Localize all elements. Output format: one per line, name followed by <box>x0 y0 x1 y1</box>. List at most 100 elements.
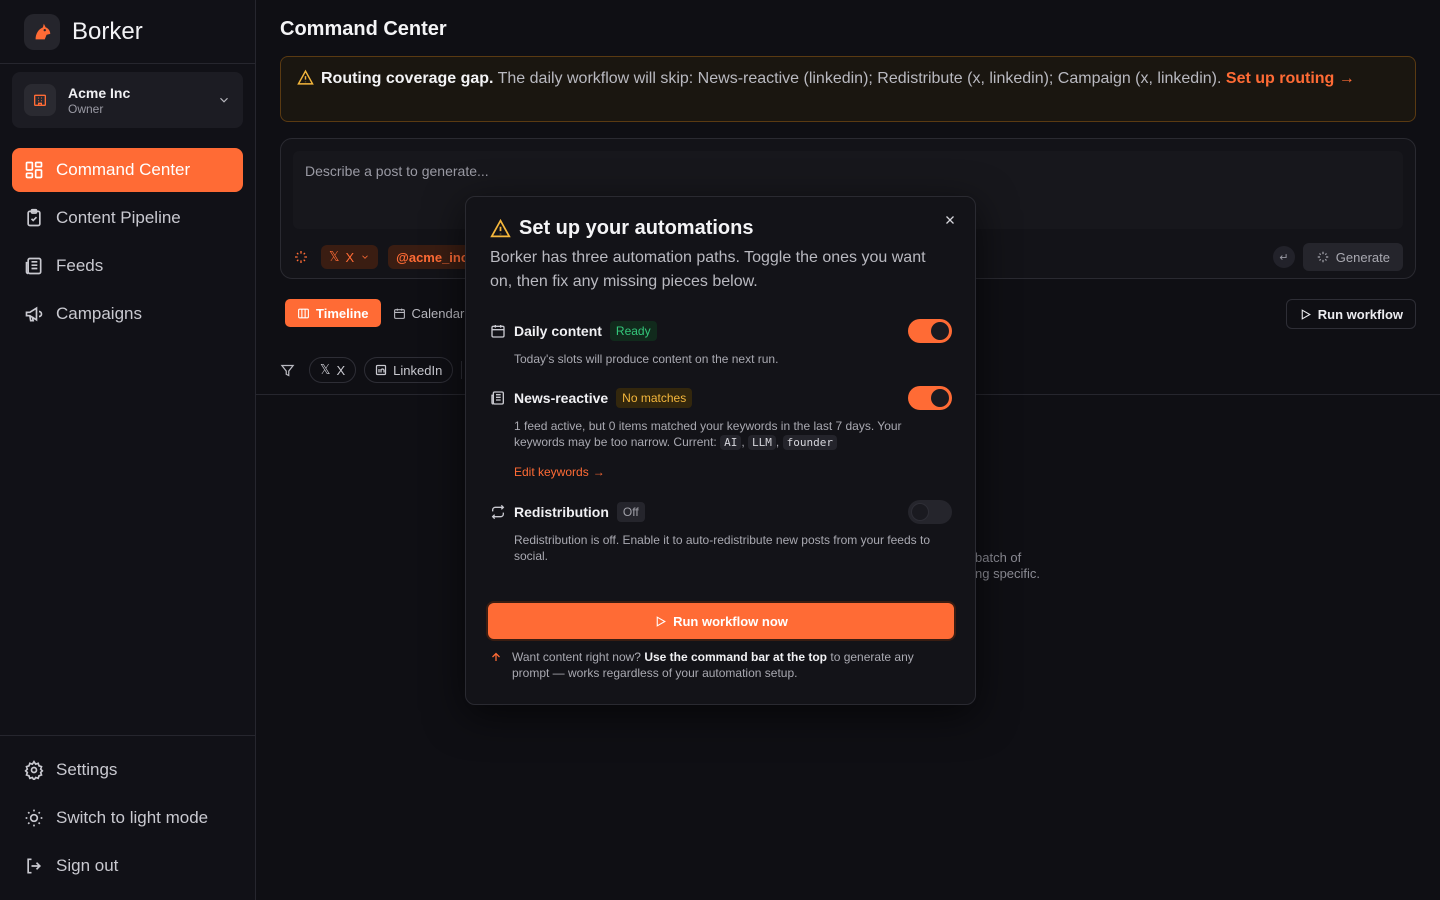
calendar-icon <box>491 325 505 338</box>
automation-name: News-reactive <box>514 390 609 406</box>
run-workflow-now-button[interactable]: Run workflow now <box>488 603 954 639</box>
automation-name: Daily content <box>514 323 602 339</box>
enter-key-icon[interactable]: ↵ <box>1272 246 1295 268</box>
gear-icon <box>24 760 44 780</box>
generate-button[interactable]: Generate <box>1302 243 1403 271</box>
automation-description: 1 feed active, but 0 items matched your … <box>514 419 902 450</box>
filter-icon <box>280 364 295 377</box>
routing-alert: Routing coverage gap. The daily workflow… <box>280 56 1416 122</box>
warning-icon <box>490 218 511 238</box>
setup-routing-link[interactable]: Set up routing → <box>1226 70 1355 87</box>
run-workflow-button[interactable]: Run workflow <box>1285 299 1416 329</box>
platform-filters: 𝕏 X LinkedIn <box>280 356 463 384</box>
nav-item-feeds[interactable]: Feeds <box>12 244 243 288</box>
modal-description: Borker has three automation paths. Toggl… <box>490 249 926 290</box>
filter-label: X <box>336 362 346 378</box>
hint-prefix: Want content right now? <box>512 650 641 664</box>
filter-divider <box>461 361 463 379</box>
keyword-chip: LLM <box>748 435 776 450</box>
empty-state-text: batch of ng specific. <box>975 550 1040 582</box>
x-logo-icon: 𝕏 <box>329 249 340 264</box>
automation-name: Redistribution <box>514 504 609 520</box>
nav-item-command-center[interactable]: Command Center <box>12 148 243 192</box>
arrow-up-icon <box>492 652 500 661</box>
nav-label: Settings <box>56 760 118 779</box>
play-icon <box>1301 308 1311 320</box>
modal-title-text: Set up your automations <box>519 217 754 239</box>
tab-label: Timeline <box>316 305 369 321</box>
toggle-knob <box>931 322 949 340</box>
automation-news-reactive: News-reactive No matches 1 feed active, … <box>490 386 952 479</box>
filter-chip-x[interactable]: 𝕏 X <box>309 357 357 383</box>
automations-modal: Set up your automations Borker has three… <box>465 196 976 705</box>
nav-item-content-pipeline[interactable]: Content Pipeline <box>12 196 243 240</box>
modal-title: Set up your automations <box>490 217 753 240</box>
chevron-down-icon <box>220 97 228 103</box>
nav-label: Switch to light mode <box>56 808 209 827</box>
daily-content-toggle[interactable] <box>908 319 952 343</box>
org-switcher[interactable]: Acme Inc Owner <box>12 72 243 128</box>
nav-label: Sign out <box>56 856 119 875</box>
toggle-knob <box>911 503 929 521</box>
columns-icon <box>298 308 309 318</box>
edit-keywords-link[interactable]: Edit keywords → <box>514 465 952 479</box>
nav-item-settings[interactable]: Settings <box>12 748 244 792</box>
news-description-text: 1 feed active, but 0 items matched your … <box>514 419 902 449</box>
calendar-icon <box>393 308 405 319</box>
sparkles-icon[interactable] <box>293 249 309 265</box>
tab-calendar[interactable]: Calendar <box>381 299 477 327</box>
filter-label: LinkedIn <box>393 362 443 378</box>
redistribution-toggle[interactable] <box>908 500 952 524</box>
org-name: Acme Inc <box>68 84 131 101</box>
platform-select[interactable]: 𝕏 X <box>321 245 379 269</box>
chevron-down-icon <box>362 255 368 259</box>
arrow-right-icon: → <box>1338 70 1355 87</box>
status-badge: No matches <box>616 388 693 408</box>
megaphone-icon <box>25 306 43 322</box>
close-icon[interactable] <box>941 211 959 229</box>
nav-item-theme-toggle[interactable]: Switch to light mode <box>12 796 244 840</box>
arrow-right-icon: → <box>592 465 605 479</box>
clipboard-icon <box>27 208 41 227</box>
org-role: Owner <box>68 101 104 116</box>
status-badge: Ready <box>609 321 657 341</box>
edit-keywords-label: Edit keywords <box>514 465 589 479</box>
brand[interactable]: Borker <box>0 0 255 64</box>
nav-item-sign-out[interactable]: Sign out <box>12 844 244 888</box>
sign-out-icon <box>27 858 42 874</box>
automation-description: Today's slots will produce content on th… <box>514 352 779 366</box>
alert-title: Routing coverage gap. <box>321 70 494 87</box>
warning-icon <box>297 69 314 85</box>
play-icon <box>656 615 667 627</box>
repeat-icon <box>491 504 505 520</box>
filter-chip-linkedin[interactable]: LinkedIn <box>364 357 454 383</box>
tab-timeline[interactable]: Timeline <box>285 299 381 327</box>
automation-redistribution: Redistribution Off Redistribution is off… <box>490 500 952 564</box>
nav-item-campaigns[interactable]: Campaigns <box>12 292 243 336</box>
view-tabs: Timeline Calendar <box>280 296 476 330</box>
platform-label: X <box>345 249 355 265</box>
news-reactive-toggle[interactable] <box>908 386 952 410</box>
main-nav: Command Center Content Pipeline Feeds Ca… <box>12 148 243 340</box>
toggle-knob <box>931 389 949 407</box>
newspaper-icon <box>25 257 42 275</box>
keyword-chip: AI <box>720 435 742 450</box>
sun-icon <box>25 809 43 827</box>
keyword-chip: founder <box>782 435 837 450</box>
x-logo-icon: 𝕏 <box>320 362 331 377</box>
automation-daily-content: Daily content Ready Today's slots will p… <box>490 319 952 367</box>
page-title: Command Center <box>280 18 447 40</box>
empty-state-line: ng specific. <box>975 566 1041 581</box>
nav-label: Feeds <box>56 256 104 275</box>
generate-label: Generate <box>1335 249 1390 265</box>
linkedin-icon <box>376 364 387 376</box>
account-select[interactable]: @acme_inc <box>388 245 477 269</box>
building-icon <box>24 84 56 116</box>
dashboard-icon <box>25 161 43 179</box>
nav-label: Campaigns <box>56 304 142 323</box>
automation-description: Redistribution is off. Enable it to auto… <box>514 533 930 563</box>
run-workflow-label: Run workflow <box>1317 306 1403 322</box>
newspaper-icon <box>491 391 504 405</box>
setup-routing-label: Set up routing <box>1225 70 1335 87</box>
sidebar: Borker Acme Inc Owner Command Center Con… <box>0 0 256 900</box>
